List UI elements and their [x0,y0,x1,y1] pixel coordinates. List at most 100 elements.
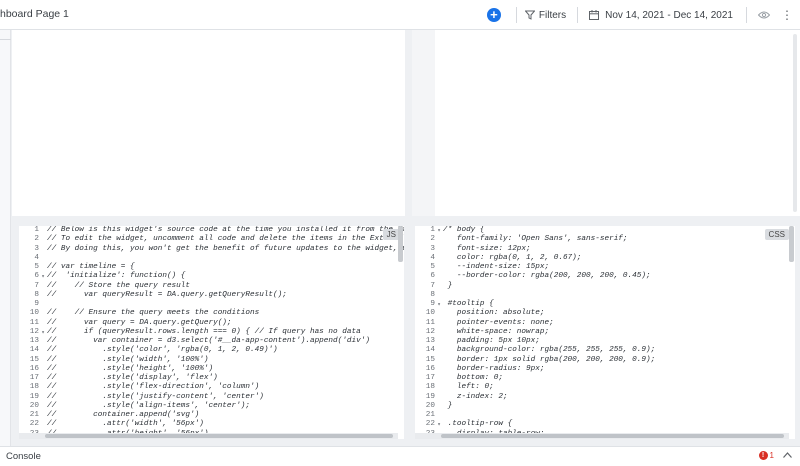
code-line[interactable]: 21 // container.append('svg') [19,411,404,420]
fold-toggle-icon[interactable] [435,365,443,374]
fold-toggle-icon[interactable] [39,402,47,411]
fold-toggle-icon[interactable] [435,346,443,355]
date-range-picker[interactable]: Nov 14, 2021 - Dec 14, 2021 [589,10,733,21]
preview-button[interactable] [758,11,770,19]
code-line[interactable]: 19 z-index: 2; [415,393,655,402]
code-line[interactable]: 20 // .style('align-items', 'center'); [19,402,404,411]
js-code-editor[interactable]: 1 // Below is this widget's source code a… [19,226,404,439]
fold-toggle-icon[interactable] [39,383,47,392]
code-line[interactable]: 11 // var query = DA.query.getQuery(); [19,319,404,328]
code-line[interactable]: 21 [415,411,655,420]
fold-toggle-icon[interactable]: ▾ [435,226,443,235]
code-line[interactable]: 22 // .attr('width', '56px') [19,420,404,429]
code-line[interactable]: 6 ▾// 'initialize': function() { [19,272,404,281]
code-line[interactable]: 4 color: rgba(0, 1, 2, 0.67); [415,254,655,263]
fold-toggle-icon[interactable] [39,291,47,300]
fold-toggle-icon[interactable] [39,374,47,383]
code-line[interactable]: 12 ▾// if (queryResult.rows.length === 0)… [19,328,404,337]
fold-toggle-icon[interactable] [39,365,47,374]
fold-toggle-icon[interactable] [435,282,443,291]
fold-toggle-icon[interactable] [435,383,443,392]
fold-toggle-icon[interactable] [435,328,443,337]
left-sidebar-strip[interactable] [0,30,11,446]
code-line[interactable]: 5 // var timeline = { [19,263,404,272]
fold-toggle-icon[interactable] [39,263,47,272]
fold-toggle-icon[interactable] [39,319,47,328]
code-line[interactable]: 2 // To edit the widget, uncomment all co… [19,235,404,244]
code-line[interactable]: 9 [19,300,404,309]
code-line[interactable]: 15 border: 1px solid rgba(200, 200, 200,… [415,356,655,365]
css-code-editor[interactable]: 1 ▾/* body {2 font-family: 'Open Sans', s… [415,226,795,439]
fold-toggle-icon[interactable] [435,374,443,383]
fold-toggle-icon[interactable] [435,356,443,365]
fold-toggle-icon[interactable]: ▾ [39,328,47,337]
fold-toggle-icon[interactable] [39,300,47,309]
code-line[interactable]: 3 // By doing this, you won't get the ben… [19,245,404,254]
code-line[interactable]: 10 // // Ensure the query meets the condi… [19,309,404,318]
code-line[interactable]: 8 // var queryResult = DA.query.getQueryR… [19,291,404,300]
filters-button[interactable]: Filters [524,10,566,21]
code-line[interactable]: 2 font-family: 'Open Sans', sans-serif; [415,235,655,244]
fold-toggle-icon[interactable] [39,235,47,244]
fold-toggle-icon[interactable] [39,245,47,254]
console-bar[interactable]: Console ! 1 [0,446,800,466]
code-line[interactable]: 4 [19,254,404,263]
fold-toggle-icon[interactable]: ▾ [435,300,443,309]
code-line[interactable]: 14 background-color: rgba(255, 255, 255,… [415,346,655,355]
fold-toggle-icon[interactable] [39,309,47,318]
code-line[interactable]: 19 // .style('justify-content', 'center') [19,393,404,402]
fold-toggle-icon[interactable] [435,291,443,300]
code-line[interactable]: 7 // // Store the query result [19,282,404,291]
fold-toggle-icon[interactable] [39,356,47,365]
fold-toggle-icon[interactable] [435,337,443,346]
code-line[interactable]: 16 // .style('height', '100%') [19,365,404,374]
add-widget-button[interactable]: + [486,8,501,22]
fold-toggle-icon[interactable] [39,420,47,429]
fold-toggle-icon[interactable] [435,319,443,328]
code-line[interactable]: 18 left: 0; [415,383,655,392]
code-line[interactable]: 17 bottom: 0; [415,374,655,383]
code-line[interactable]: 13 // var container = d3.select('#__da-ap… [19,337,404,346]
fold-toggle-icon[interactable] [435,272,443,281]
code-line[interactable]: 1 // Below is this widget's source code a… [19,226,404,235]
fold-toggle-icon[interactable] [435,245,443,254]
code-line[interactable]: 6 --border-color: rgba(200, 200, 200, 0.… [415,272,655,281]
code-line[interactable]: 14 // .style('color', 'rgba(0, 1, 2, 0.49… [19,346,404,355]
css-scroll-thumb[interactable] [441,434,784,438]
css-code-lines[interactable]: 1 ▾/* body {2 font-family: 'Open Sans', s… [415,226,655,439]
fold-toggle-icon[interactable] [39,226,47,235]
fold-toggle-icon[interactable] [39,411,47,420]
fold-toggle-icon[interactable] [435,402,443,411]
expand-console-button[interactable] [783,452,792,458]
fold-toggle-icon[interactable] [435,309,443,318]
panel-scrollbar[interactable] [793,34,797,212]
fold-toggle-icon[interactable] [39,254,47,263]
code-line[interactable]: 3 font-size: 12px; [415,245,655,254]
code-line[interactable]: 11 pointer-events: none; [415,319,655,328]
code-line[interactable]: 16 border-radius: 9px; [415,365,655,374]
more-options-button[interactable]: ⋮ [780,9,794,21]
fold-toggle-icon[interactable] [39,337,47,346]
css-vertical-scrollbar[interactable] [789,226,794,262]
code-line[interactable]: 5 --indent-size: 15px; [415,263,655,272]
code-line[interactable]: 20 } [415,402,655,411]
fold-toggle-icon[interactable] [435,263,443,272]
fold-toggle-icon[interactable] [435,393,443,402]
code-line[interactable]: 13 padding: 5px 10px; [415,337,655,346]
fold-toggle-icon[interactable]: ▾ [435,420,443,429]
js-horizontal-scrollbar[interactable] [19,433,398,439]
fold-toggle-icon[interactable] [435,254,443,263]
js-code-lines[interactable]: 1 // Below is this widget's source code a… [19,226,404,439]
page-title[interactable]: hboard Page 1 [0,8,69,20]
code-line[interactable]: 22 ▾ .tooltip-row { [415,420,655,429]
code-line[interactable]: 12 white-space: nowrap; [415,328,655,337]
code-line[interactable]: 17 // .style('display', 'flex') [19,374,404,383]
code-line[interactable]: 7 } [415,282,655,291]
fold-toggle-icon[interactable] [39,393,47,402]
fold-toggle-icon[interactable] [39,282,47,291]
error-indicator[interactable]: ! 1 [758,451,774,460]
code-line[interactable]: 15 // .style('width', '100%') [19,356,404,365]
fold-toggle-icon[interactable] [435,235,443,244]
css-horizontal-scrollbar[interactable] [415,433,789,439]
fold-toggle-icon[interactable]: ▾ [39,272,47,281]
